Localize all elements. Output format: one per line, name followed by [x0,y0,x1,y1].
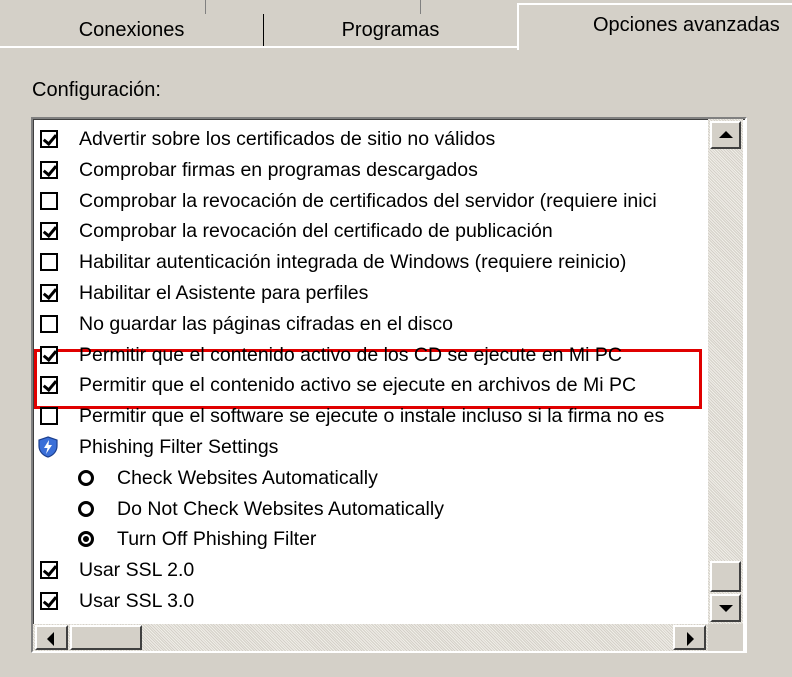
checkbox[interactable] [40,222,58,241]
group-header: Phishing Filter Settings [33,432,708,462]
option-label: Turn Off Phishing Filter [117,528,317,551]
settings-items: Advertir sobre los certificados de sitio… [33,119,708,624]
checkbox[interactable] [40,191,58,210]
radio-option[interactable]: Check Websites Automatically [33,463,708,493]
option-label: Phishing Filter Settings [79,436,279,458]
checkbox[interactable] [40,284,58,302]
option-label: Usar SSL 2.0 [79,559,195,582]
option-label: Usar SSL 3.0 [79,590,195,612]
checkbox[interactable] [40,376,58,395]
checkbox-option[interactable]: Usar SSL 2.0 [33,555,708,585]
checkbox[interactable] [40,561,58,580]
arrow-down-icon [719,605,733,612]
checkbox[interactable] [40,592,58,610]
option-label: Permitir que el contenido activo se ejec… [79,374,637,397]
radio-option[interactable]: Do Not Check Websites Automatically [33,494,708,524]
checkbox-option[interactable]: Habilitar autenticación integrada de Win… [33,247,708,277]
checkbox[interactable] [40,130,58,148]
arrow-right-icon [687,632,694,646]
option-label: No guardar las páginas cifradas en el di… [79,312,453,335]
checkbox-option[interactable]: No guardar las páginas cifradas en el di… [33,309,708,339]
option-label: Do Not Check Websites Automatically [117,497,444,520]
checkbox-option[interactable]: Comprobar la revocación de certificados … [33,186,708,216]
radio-button[interactable] [78,469,94,486]
horizontal-scrollbar[interactable] [33,624,708,651]
checkbox[interactable] [40,253,58,272]
tab-strip-edge [0,46,517,48]
checkbox-option[interactable]: Comprobar firmas en programas descargado… [33,155,708,185]
scroll-up-button[interactable] [710,121,741,149]
option-label: Check Websites Automatically [117,466,378,489]
shield-icon [38,436,58,458]
checkbox-option[interactable]: Permitir que el contenido activo de los … [33,340,708,370]
option-label: Permitir que el software se ejecute o in… [79,405,665,428]
checkbox-option[interactable]: Usar SSL 3.0 [33,586,708,616]
tab-divider [205,0,206,14]
radio-button[interactable] [78,531,94,548]
checkbox[interactable] [40,407,58,426]
tab-opciones-avanzadas[interactable]: Opciones avanzadas [517,3,792,50]
scrollbar-corner [708,624,743,651]
settings-list[interactable]: Advertir sobre los certificados de sitio… [31,117,747,653]
radio-option[interactable]: Turn Off Phishing Filter [33,524,708,554]
checkbox[interactable] [40,160,58,179]
checkbox-option[interactable]: Permitir que el contenido activo se ejec… [33,370,708,400]
vertical-scroll-thumb[interactable] [710,561,741,592]
tab-divider [420,0,421,14]
scroll-right-button[interactable] [673,625,706,650]
scroll-down-button[interactable] [710,594,741,622]
option-label: Comprobar firmas en programas descargado… [79,158,478,181]
checkbox-option[interactable]: Comprobar la revocación del certificado … [33,216,708,246]
tab-conexiones[interactable]: Conexiones [0,14,263,46]
arrow-up-icon [719,131,733,138]
vertical-scrollbar[interactable] [708,119,743,624]
checkbox[interactable] [40,345,58,364]
option-label: Permitir que el contenido activo de los … [79,343,623,366]
tab-programas[interactable]: Programas [263,14,517,46]
radio-button[interactable] [78,500,94,517]
checkbox-option[interactable]: Habilitar el Asistente para perfiles [33,278,708,308]
option-label: Comprobar la revocación de certificados … [79,189,657,212]
tab-strip: Conexiones Programas Opciones avanzadas [0,0,792,50]
checkbox-option[interactable]: Permitir que el software se ejecute o in… [33,401,708,431]
arrow-left-icon [47,632,54,646]
option-label: Habilitar el Asistente para perfiles [79,282,369,304]
settings-heading: Configuración: [32,79,161,101]
horizontal-scroll-thumb[interactable] [70,625,142,650]
option-label: Habilitar autenticación integrada de Win… [79,251,627,274]
option-label: Advertir sobre los certificados de sitio… [79,128,496,150]
scroll-left-button[interactable] [35,625,68,650]
checkbox[interactable] [40,314,58,333]
option-label: Comprobar la revocación del certificado … [79,220,553,243]
checkbox-option[interactable]: Advertir sobre los certificados de sitio… [33,124,708,154]
